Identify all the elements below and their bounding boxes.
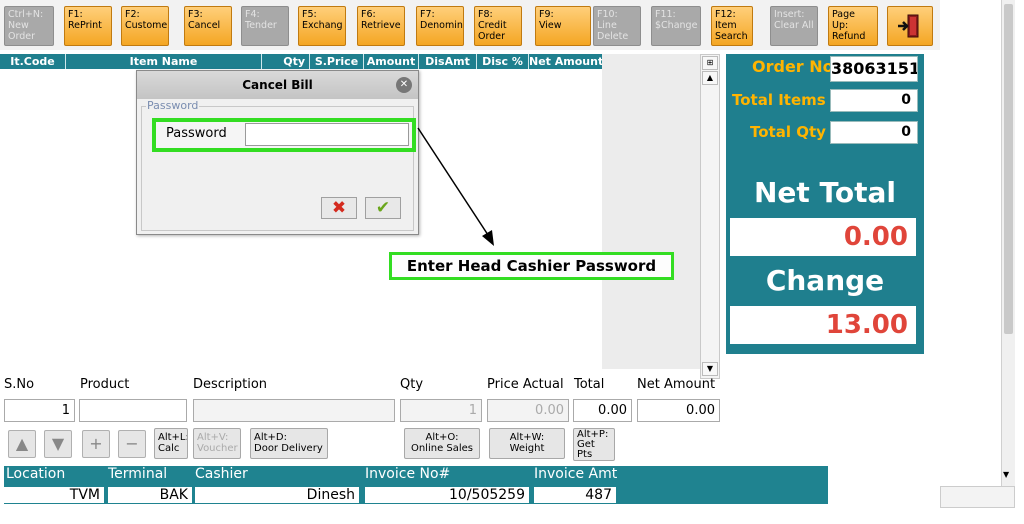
cancel-bill-dialog: Cancel Bill ✕ Password Password ✖ ✔ — [136, 70, 419, 235]
exit-button[interactable] — [887, 6, 933, 46]
move-up-icon[interactable]: ▲ — [8, 430, 36, 458]
password-group-label: Password — [146, 99, 200, 112]
close-icon[interactable]: ✕ — [396, 77, 412, 93]
column-header[interactable]: Item Name — [66, 54, 262, 69]
item-search-button[interactable]: F12: Item Search — [711, 6, 753, 46]
view-button[interactable]: F9: View — [535, 6, 591, 46]
reprint-button[interactable]: F1: RePrint — [64, 6, 112, 46]
price-actual-field[interactable]: 0.00 — [487, 399, 569, 422]
total-items-label: Total Items — [732, 91, 826, 109]
voucher-button[interactable]: Alt+V: Voucher — [193, 428, 241, 459]
column-header[interactable]: Net Amount — [529, 54, 602, 69]
cancel-icon[interactable]: ✖ — [321, 197, 357, 219]
description-field[interactable] — [193, 399, 395, 422]
line-delete-button[interactable]: F10: Line Delete — [593, 6, 641, 46]
door-delivery-button[interactable]: Alt+D: Door Delivery — [250, 428, 328, 459]
column-header[interactable]: Amount — [364, 54, 419, 69]
change-label: Change — [765, 264, 885, 297]
refund-button[interactable]: Page Up: Refund — [828, 6, 878, 46]
callout-arrow — [417, 127, 494, 246]
change-value: 13.00 — [730, 306, 916, 344]
password-label: Password — [166, 126, 227, 141]
product-field[interactable] — [79, 399, 187, 422]
get-points-button[interactable]: Alt+P: Get Pts — [573, 428, 615, 461]
password-input[interactable] — [245, 123, 409, 146]
tender-button[interactable]: F4: Tender — [241, 6, 289, 46]
calc-button[interactable]: Alt+L: Calc — [154, 428, 188, 459]
cancel-button[interactable]: F3: Cancel — [184, 6, 232, 46]
invoice-amt-label: Invoice Amt — [534, 466, 618, 482]
denomination-button[interactable]: F7: Denomin — [416, 6, 464, 46]
total-field: 0.00 — [573, 399, 632, 422]
clear-all-button[interactable]: Insert: Clear All — [770, 6, 818, 46]
description-label: Description — [193, 377, 268, 392]
sno-label: S.No — [4, 377, 35, 392]
order-no-value: 38063151 — [830, 56, 918, 82]
customer-button[interactable]: F2: Custome — [121, 6, 169, 46]
exit-door-icon — [898, 14, 919, 38]
location-value: TVM — [4, 487, 104, 503]
total-qty-label: Total Qty — [750, 123, 826, 141]
total-label: Total — [574, 377, 605, 392]
new-order-button[interactable]: Ctrl+N: New Order — [4, 6, 54, 46]
net-amount-label: Net Amount — [637, 377, 716, 392]
password-row: Password — [152, 118, 416, 152]
terminal-value: BAK — [108, 487, 192, 503]
confirm-icon[interactable]: ✔ — [365, 197, 401, 219]
net-total-value: 0.00 — [730, 218, 916, 256]
column-header[interactable]: It.Code — [0, 54, 66, 69]
invoice-amt-value: 487 — [534, 487, 616, 503]
add-icon[interactable]: + — [82, 430, 110, 458]
window-scrollbar[interactable]: ▼ — [1001, 0, 1015, 486]
net-total-label: Net Total — [753, 176, 897, 209]
window-hscrollbar[interactable] — [940, 486, 1015, 508]
items-grid-header: It.Code Item Name Qty S.Price Amount Dis… — [0, 54, 602, 69]
product-label: Product — [80, 377, 130, 392]
column-header[interactable]: S.Price — [310, 54, 364, 69]
total-items-value: 0 — [830, 89, 918, 112]
cashier-value: Dinesh — [195, 487, 359, 503]
price-actual-label: Price Actual — [487, 377, 564, 392]
weight-button[interactable]: Alt+W: Weight — [489, 428, 565, 459]
order-no-label: Order No — [752, 57, 834, 76]
credit-order-button[interactable]: F8: Credit Order — [474, 6, 522, 46]
cashier-label: Cashier — [195, 466, 248, 482]
grid-scrollbar[interactable]: ⊞ ▲ ▼ — [700, 54, 720, 379]
terminal-label: Terminal — [108, 466, 168, 482]
summary-panel: Order No 38063151 Total Items 0 Total Qt… — [726, 54, 924, 354]
sno-field[interactable]: 1 — [4, 399, 75, 422]
instruction-callout: Enter Head Cashier Password — [389, 252, 674, 280]
retrieve-button[interactable]: F6: Retrieve — [357, 6, 405, 46]
column-header[interactable]: Disc % — [477, 54, 529, 69]
column-header[interactable]: DisAmt — [419, 54, 477, 69]
dialog-title: Cancel Bill — [137, 71, 418, 99]
change-button[interactable]: F11: $Change — [651, 6, 701, 46]
online-sales-button[interactable]: Alt+O: Online Sales — [404, 428, 480, 459]
net-amount-field: 0.00 — [637, 399, 720, 422]
column-chooser-icon[interactable]: ⊞ — [702, 56, 718, 70]
scroll-up-icon[interactable]: ▲ — [702, 71, 718, 85]
scroll-down-icon[interactable]: ▼ — [1003, 470, 1009, 479]
scroll-down-icon[interactable]: ▼ — [702, 362, 718, 376]
toolbar: Ctrl+N: New Order F1: RePrint F2: Custom… — [0, 0, 940, 50]
location-label: Location — [6, 466, 66, 482]
window-scrollbar-thumb[interactable] — [1004, 4, 1013, 334]
invoice-no-value: 10/505259 — [365, 487, 529, 503]
qty-field[interactable]: 1 — [400, 399, 482, 422]
total-qty-value: 0 — [830, 121, 918, 144]
column-header[interactable]: Qty — [262, 54, 310, 69]
footer-bar: Location Terminal Cashier Invoice No# In… — [4, 466, 828, 504]
exchange-button[interactable]: F5: Exchang — [298, 6, 346, 46]
invoice-no-label: Invoice No# — [365, 466, 451, 482]
move-down-icon[interactable]: ▼ — [44, 430, 72, 458]
grid-empty-area — [602, 54, 700, 369]
qty-label: Qty — [400, 377, 424, 392]
remove-icon[interactable]: − — [118, 430, 146, 458]
